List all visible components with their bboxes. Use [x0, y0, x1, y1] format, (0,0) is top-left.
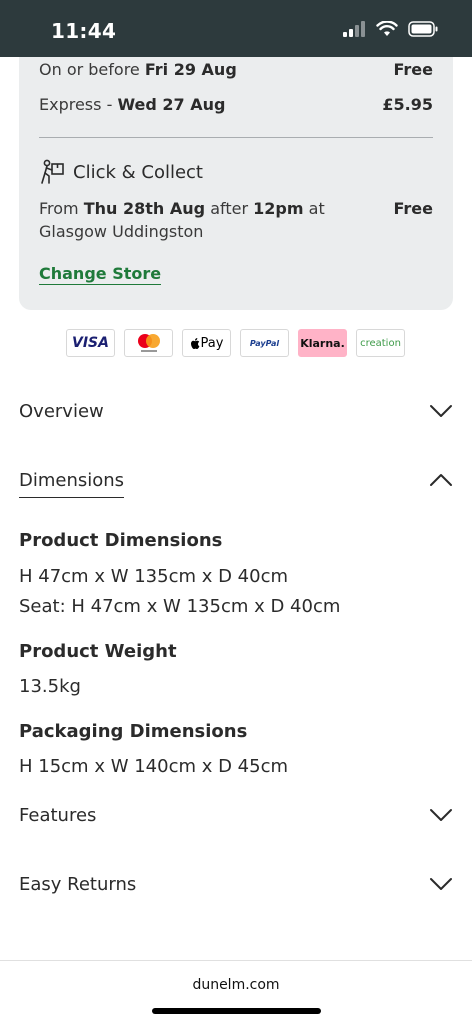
payment-methods: VISA Pay PayPal Klarna. creation [66, 329, 405, 357]
delivery-options-card: On or before Fri 29 Aug Free Express - W… [19, 57, 453, 310]
overview-accordion[interactable]: Overview [19, 391, 453, 431]
standard-delivery-row: On or before Fri 29 Aug Free [39, 60, 433, 79]
seat-dimensions-value: Seat: H 47cm x W 135cm x D 40cm [19, 596, 341, 617]
standard-price: Free [393, 60, 434, 79]
chevron-down-icon [430, 878, 452, 890]
click-collect-details: From Thu 28th Aug after 12pm at Glasgow … [39, 199, 325, 241]
easy-returns-label: Easy Returns [19, 873, 137, 895]
dimensions-label: Dimensions [19, 470, 125, 498]
packaging-dimensions-value: H 15cm x W 140cm x D 45cm [19, 756, 289, 777]
apple-icon [190, 337, 199, 349]
visa-logo: VISA [66, 329, 115, 357]
packaging-dimensions-title: Packaging Dimensions [19, 721, 248, 742]
product-weight-title: Product Weight [19, 641, 177, 662]
click-collect-heading: Click & Collect [39, 159, 203, 185]
features-accordion[interactable]: Features [19, 795, 453, 835]
dimensions-accordion[interactable]: Dimensions [19, 460, 453, 500]
chevron-down-icon [430, 405, 452, 417]
standard-date: Fri 29 Aug [144, 60, 237, 79]
features-label: Features [19, 804, 97, 826]
overview-label: Overview [19, 400, 104, 422]
product-weight-value: 13.5kg [19, 676, 81, 697]
status-bar: 11:44 [0, 0, 472, 57]
status-icons [342, 21, 438, 37]
express-delivery-row: Express - Wed 27 Aug £5.95 [39, 95, 433, 114]
paypal-logo: PayPal [240, 329, 289, 357]
express-prefix: Express - [39, 95, 113, 114]
standard-prefix: On or before [39, 60, 140, 79]
creation-logo: creation [356, 329, 405, 357]
click-collect-person-icon [41, 159, 64, 184]
battery-icon [408, 21, 438, 37]
browser-url[interactable]: dunelm.com [0, 977, 472, 993]
mastercard-logo [124, 329, 173, 357]
delivery-divider [39, 137, 433, 138]
click-collect-price: Free [393, 199, 434, 218]
change-store-link[interactable]: Change Store [39, 264, 162, 285]
chevron-up-icon [430, 474, 452, 486]
easy-returns-accordion[interactable]: Easy Returns [19, 864, 453, 904]
status-time: 11:44 [51, 19, 117, 43]
home-indicator[interactable] [152, 1008, 321, 1014]
click-collect-title: Click & Collect [73, 161, 203, 183]
product-dimensions-value: H 47cm x W 135cm x D 40cm [19, 566, 289, 587]
browser-bottom-bar: dunelm.com [0, 960, 472, 1024]
klarna-logo: Klarna. [298, 329, 347, 357]
product-dimensions-title: Product Dimensions [19, 530, 223, 551]
signal-icon [343, 21, 365, 37]
apple-pay-logo: Pay [182, 329, 231, 357]
mastercard-icon [137, 334, 160, 352]
express-date: Wed 27 Aug [117, 95, 226, 114]
wifi-icon [376, 21, 398, 36]
chevron-down-icon [430, 809, 452, 821]
express-price: £5.95 [382, 95, 433, 114]
